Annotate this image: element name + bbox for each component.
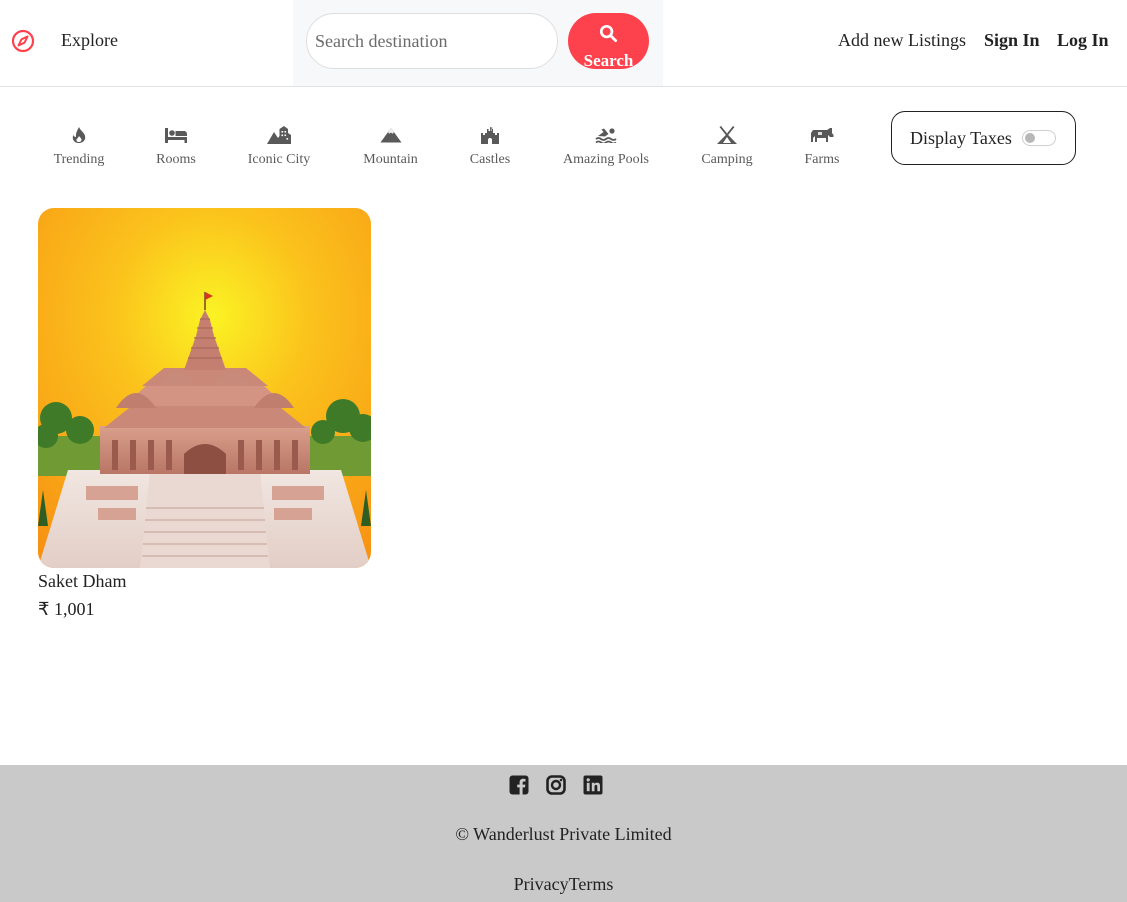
filter-farms[interactable]: Farms [804, 124, 840, 168]
search-form: Search [293, 0, 663, 86]
linkedin-icon[interactable] [583, 775, 603, 795]
log-in-link[interactable]: Log In [1057, 30, 1109, 51]
privacy-link[interactable]: Privacy [514, 874, 569, 894]
filter-amazing-pools[interactable]: Amazing Pools [562, 124, 650, 168]
copyright-text: © Wanderlust Private Limited [455, 824, 672, 844]
display-taxes-toggle[interactable]: Display Taxes [891, 111, 1076, 165]
filter-mountain[interactable]: Mountain [362, 124, 419, 168]
listing-price: ₹ 1,001 [38, 599, 95, 619]
footer-links: PrivacyTerms [0, 874, 1127, 895]
navbar: Explore Search Add new Listings Sign In … [0, 0, 1127, 87]
sign-in-link[interactable]: Sign In [984, 30, 1040, 51]
filter-label: Trending [53, 152, 105, 167]
terms-link[interactable]: Terms [569, 874, 614, 894]
filter-trending[interactable]: Trending [53, 124, 105, 168]
mountain-icon [362, 124, 419, 146]
display-taxes-label: Display Taxes [910, 128, 1012, 148]
filter-castles[interactable]: Castles [469, 124, 511, 168]
bed-icon [154, 124, 198, 146]
city-icon [247, 124, 311, 146]
explore-link[interactable]: Explore [61, 30, 118, 51]
add-listing-link[interactable]: Add new Listings [838, 30, 966, 51]
castle-icon [469, 124, 511, 146]
filter-iconic-city[interactable]: Iconic City [247, 124, 311, 168]
fire-icon [53, 124, 105, 146]
filter-camping[interactable]: Camping [700, 124, 754, 168]
filter-label: Iconic City [247, 152, 311, 167]
footer: © Wanderlust Private Limited PrivacyTerm… [0, 765, 1127, 902]
compass-icon[interactable] [11, 29, 35, 53]
filter-label: Farms [804, 152, 840, 167]
instagram-icon[interactable] [546, 775, 566, 795]
tent-icon [700, 124, 754, 146]
filter-label: Amazing Pools [563, 152, 649, 167]
search-input[interactable] [306, 13, 558, 69]
social-links [509, 775, 603, 795]
cow-icon [804, 124, 840, 146]
facebook-icon[interactable] [509, 775, 529, 795]
listing-card[interactable]: Saket Dham ₹ 1,001 [38, 208, 371, 620]
swimming-pool-icon [562, 124, 650, 146]
filter-label: Castles [469, 152, 511, 167]
filter-label: Mountain [363, 152, 418, 167]
filter-label: Camping [701, 152, 753, 167]
search-icon [599, 24, 618, 43]
tax-switch[interactable] [1022, 130, 1056, 146]
listing-title: Saket Dham [38, 571, 127, 591]
filter-label: Rooms [156, 152, 196, 167]
search-button-label: Search [583, 51, 634, 70]
listing-image[interactable] [38, 208, 371, 568]
search-button[interactable]: Search [568, 13, 649, 70]
filter-rooms[interactable]: Rooms [154, 124, 198, 168]
switch-knob [1025, 133, 1035, 143]
